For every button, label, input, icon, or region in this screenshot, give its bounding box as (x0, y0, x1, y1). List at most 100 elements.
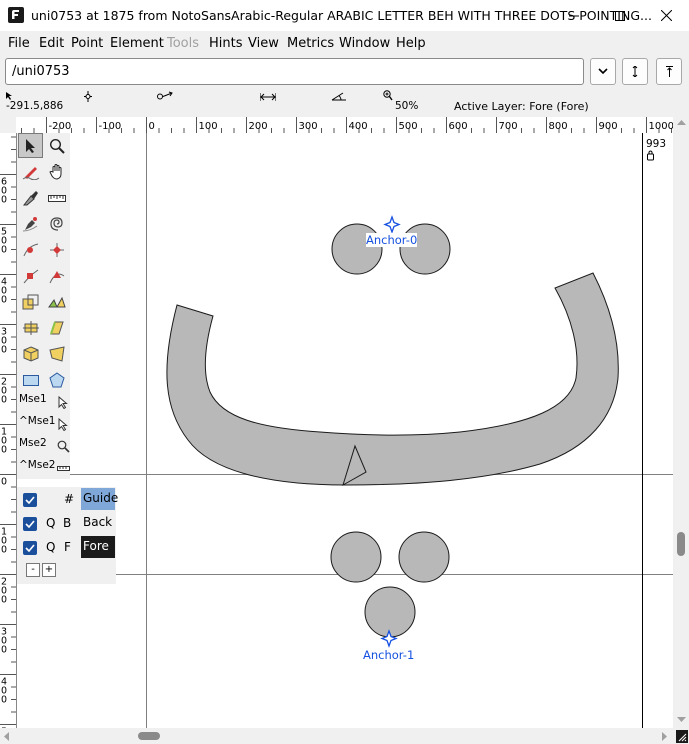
glyph-canvas[interactable]: Anchor-0 Anchor-1 993 (17, 133, 673, 728)
remove-layer-button[interactable]: - (26, 563, 40, 577)
menu-tools[interactable]: Tools (167, 36, 199, 51)
pointer-icon (6, 92, 12, 100)
angle-icon (331, 92, 346, 101)
anchor-0-label: Anchor-0 (366, 233, 418, 247)
scroll-down-arrow-icon[interactable] (677, 717, 686, 723)
checkmark-icon (25, 544, 35, 552)
knife-tool[interactable] (18, 185, 43, 210)
scroll-tool[interactable] (44, 159, 69, 184)
beh-body-outline (166, 272, 619, 486)
menu-hints[interactable]: Hints (209, 36, 243, 51)
add-layer-button[interactable]: + (42, 563, 56, 577)
glyph-dropdown-button[interactable] (590, 58, 616, 85)
layer-visible-checkbox[interactable] (23, 541, 37, 555)
menu-edit[interactable]: Edit (39, 36, 64, 51)
vector-distance-icon (157, 91, 173, 100)
magnify-tool[interactable] (44, 133, 69, 158)
pen-tool[interactable] (18, 211, 43, 236)
perspective-icon (48, 345, 65, 362)
skew-tool[interactable] (44, 315, 69, 340)
ruler-label: 0 (1, 477, 7, 488)
hv-curve-point-tool[interactable] (44, 237, 69, 262)
perspective-tool[interactable] (44, 341, 69, 366)
menu-element[interactable]: Element (110, 36, 164, 51)
rotate-icon (22, 320, 39, 335)
next-glyph-button[interactable] (656, 58, 682, 85)
curve-point-icon (23, 243, 38, 256)
hv-curve-point-icon (49, 242, 64, 257)
close-button[interactable] (643, 0, 689, 31)
bottom-right-dot (398, 531, 450, 583)
magnifier-icon (49, 138, 65, 154)
top-left-dot (331, 223, 383, 275)
glyph-drawing (17, 133, 673, 728)
corner-point-tool[interactable] (18, 263, 43, 288)
curve-point-tool[interactable] (18, 237, 43, 262)
zoom-level: 50% (395, 100, 419, 112)
horizontal-scrollbar[interactable] (0, 728, 674, 744)
vertical-ruler[interactable]: 6005004003002001000100200300400500 (0, 133, 17, 728)
bottom-left-dot (330, 531, 382, 583)
3d-rotate-tool[interactable] (18, 341, 43, 366)
bottom-center-dot (364, 586, 416, 638)
spiro-tool[interactable] (44, 211, 69, 236)
resize-grip-icon[interactable] (676, 730, 688, 743)
minimize-button[interactable] (551, 0, 597, 31)
scale-tool[interactable] (18, 289, 43, 314)
scale-icon (22, 294, 38, 309)
ruler-label: -100 (99, 121, 122, 132)
menu-view[interactable]: View (248, 36, 279, 51)
horizontal-ruler-ticks: -200 -100 0 100 200 300 400 500 600 700 800 900 1000 (21, 117, 673, 133)
glyph-name-input[interactable]: /uni0753 (5, 58, 584, 85)
title-bar: uni0753 at 1875 from NotoSansArabic-Regu… (0, 0, 689, 31)
ruler-label: 0 (1, 545, 7, 556)
layer-kind: # (64, 492, 75, 506)
ctrl-mouse2-label: ^Mse2 (19, 459, 56, 471)
cursor-coordinates: -291.5,886 (6, 100, 64, 112)
menu-metrics[interactable]: Metrics (287, 36, 334, 51)
ruler-label: 100 (199, 121, 218, 132)
layer-type[interactable]: Q (46, 516, 55, 530)
arrow-pointer-icon (25, 138, 35, 153)
ruler-label: 0 (1, 595, 7, 606)
ruler-label: 0 (1, 395, 7, 406)
rotate-tool[interactable] (18, 315, 43, 340)
distance-icon (260, 93, 276, 101)
fontforge-app-icon (8, 7, 24, 23)
tangent-point-tool[interactable] (44, 263, 69, 288)
vertical-scrollbar[interactable] (674, 117, 689, 728)
scroll-up-arrow-icon[interactable] (677, 120, 686, 126)
rectangle-tool[interactable] (18, 367, 43, 392)
layer-guide[interactable]: Guide (81, 488, 118, 510)
scroll-right-arrow-icon[interactable] (662, 732, 668, 741)
freehand-tool[interactable] (18, 159, 43, 184)
info-bar: -291.5,886 50% Active Layer: Fore (Fore) (0, 89, 689, 115)
layer-visible-checkbox[interactable] (23, 517, 37, 531)
menu-file[interactable]: File (8, 36, 30, 51)
pencil-icon (22, 166, 39, 180)
menu-bar: File Edit Point Element Tools Hints View… (0, 32, 689, 55)
vertical-scroll-thumb[interactable] (677, 532, 685, 556)
horizontal-ruler[interactable]: -200 -100 0 100 200 300 400 500 600 700 800 900 1000 (16, 117, 673, 134)
ruler-label: 300 (299, 121, 318, 132)
horizontal-scroll-thumb[interactable] (138, 732, 160, 740)
previous-glyph-button[interactable] (622, 58, 648, 85)
pointer-tool[interactable] (18, 133, 43, 158)
ruler-label: 800 (549, 121, 568, 132)
layer-fore[interactable]: Fore (81, 536, 115, 558)
flip-tool[interactable] (44, 289, 69, 314)
layer-visible-checkbox[interactable] (23, 493, 37, 507)
ruler-label: 600 (449, 121, 468, 132)
scroll-left-arrow-icon[interactable] (4, 732, 10, 741)
ruler-label: 0 (1, 345, 7, 356)
ruler-label: 0 (1, 695, 7, 706)
ruler-tool[interactable] (44, 185, 69, 210)
polygon-tool[interactable] (44, 367, 69, 392)
menu-point[interactable]: Point (71, 36, 103, 51)
layer-back[interactable]: Back (81, 512, 115, 534)
menu-help[interactable]: Help (396, 36, 426, 51)
rectangle-icon (22, 374, 39, 386)
layer-type[interactable]: Q (46, 540, 55, 554)
menu-window[interactable]: Window (339, 36, 390, 51)
maximize-button[interactable] (597, 0, 643, 31)
